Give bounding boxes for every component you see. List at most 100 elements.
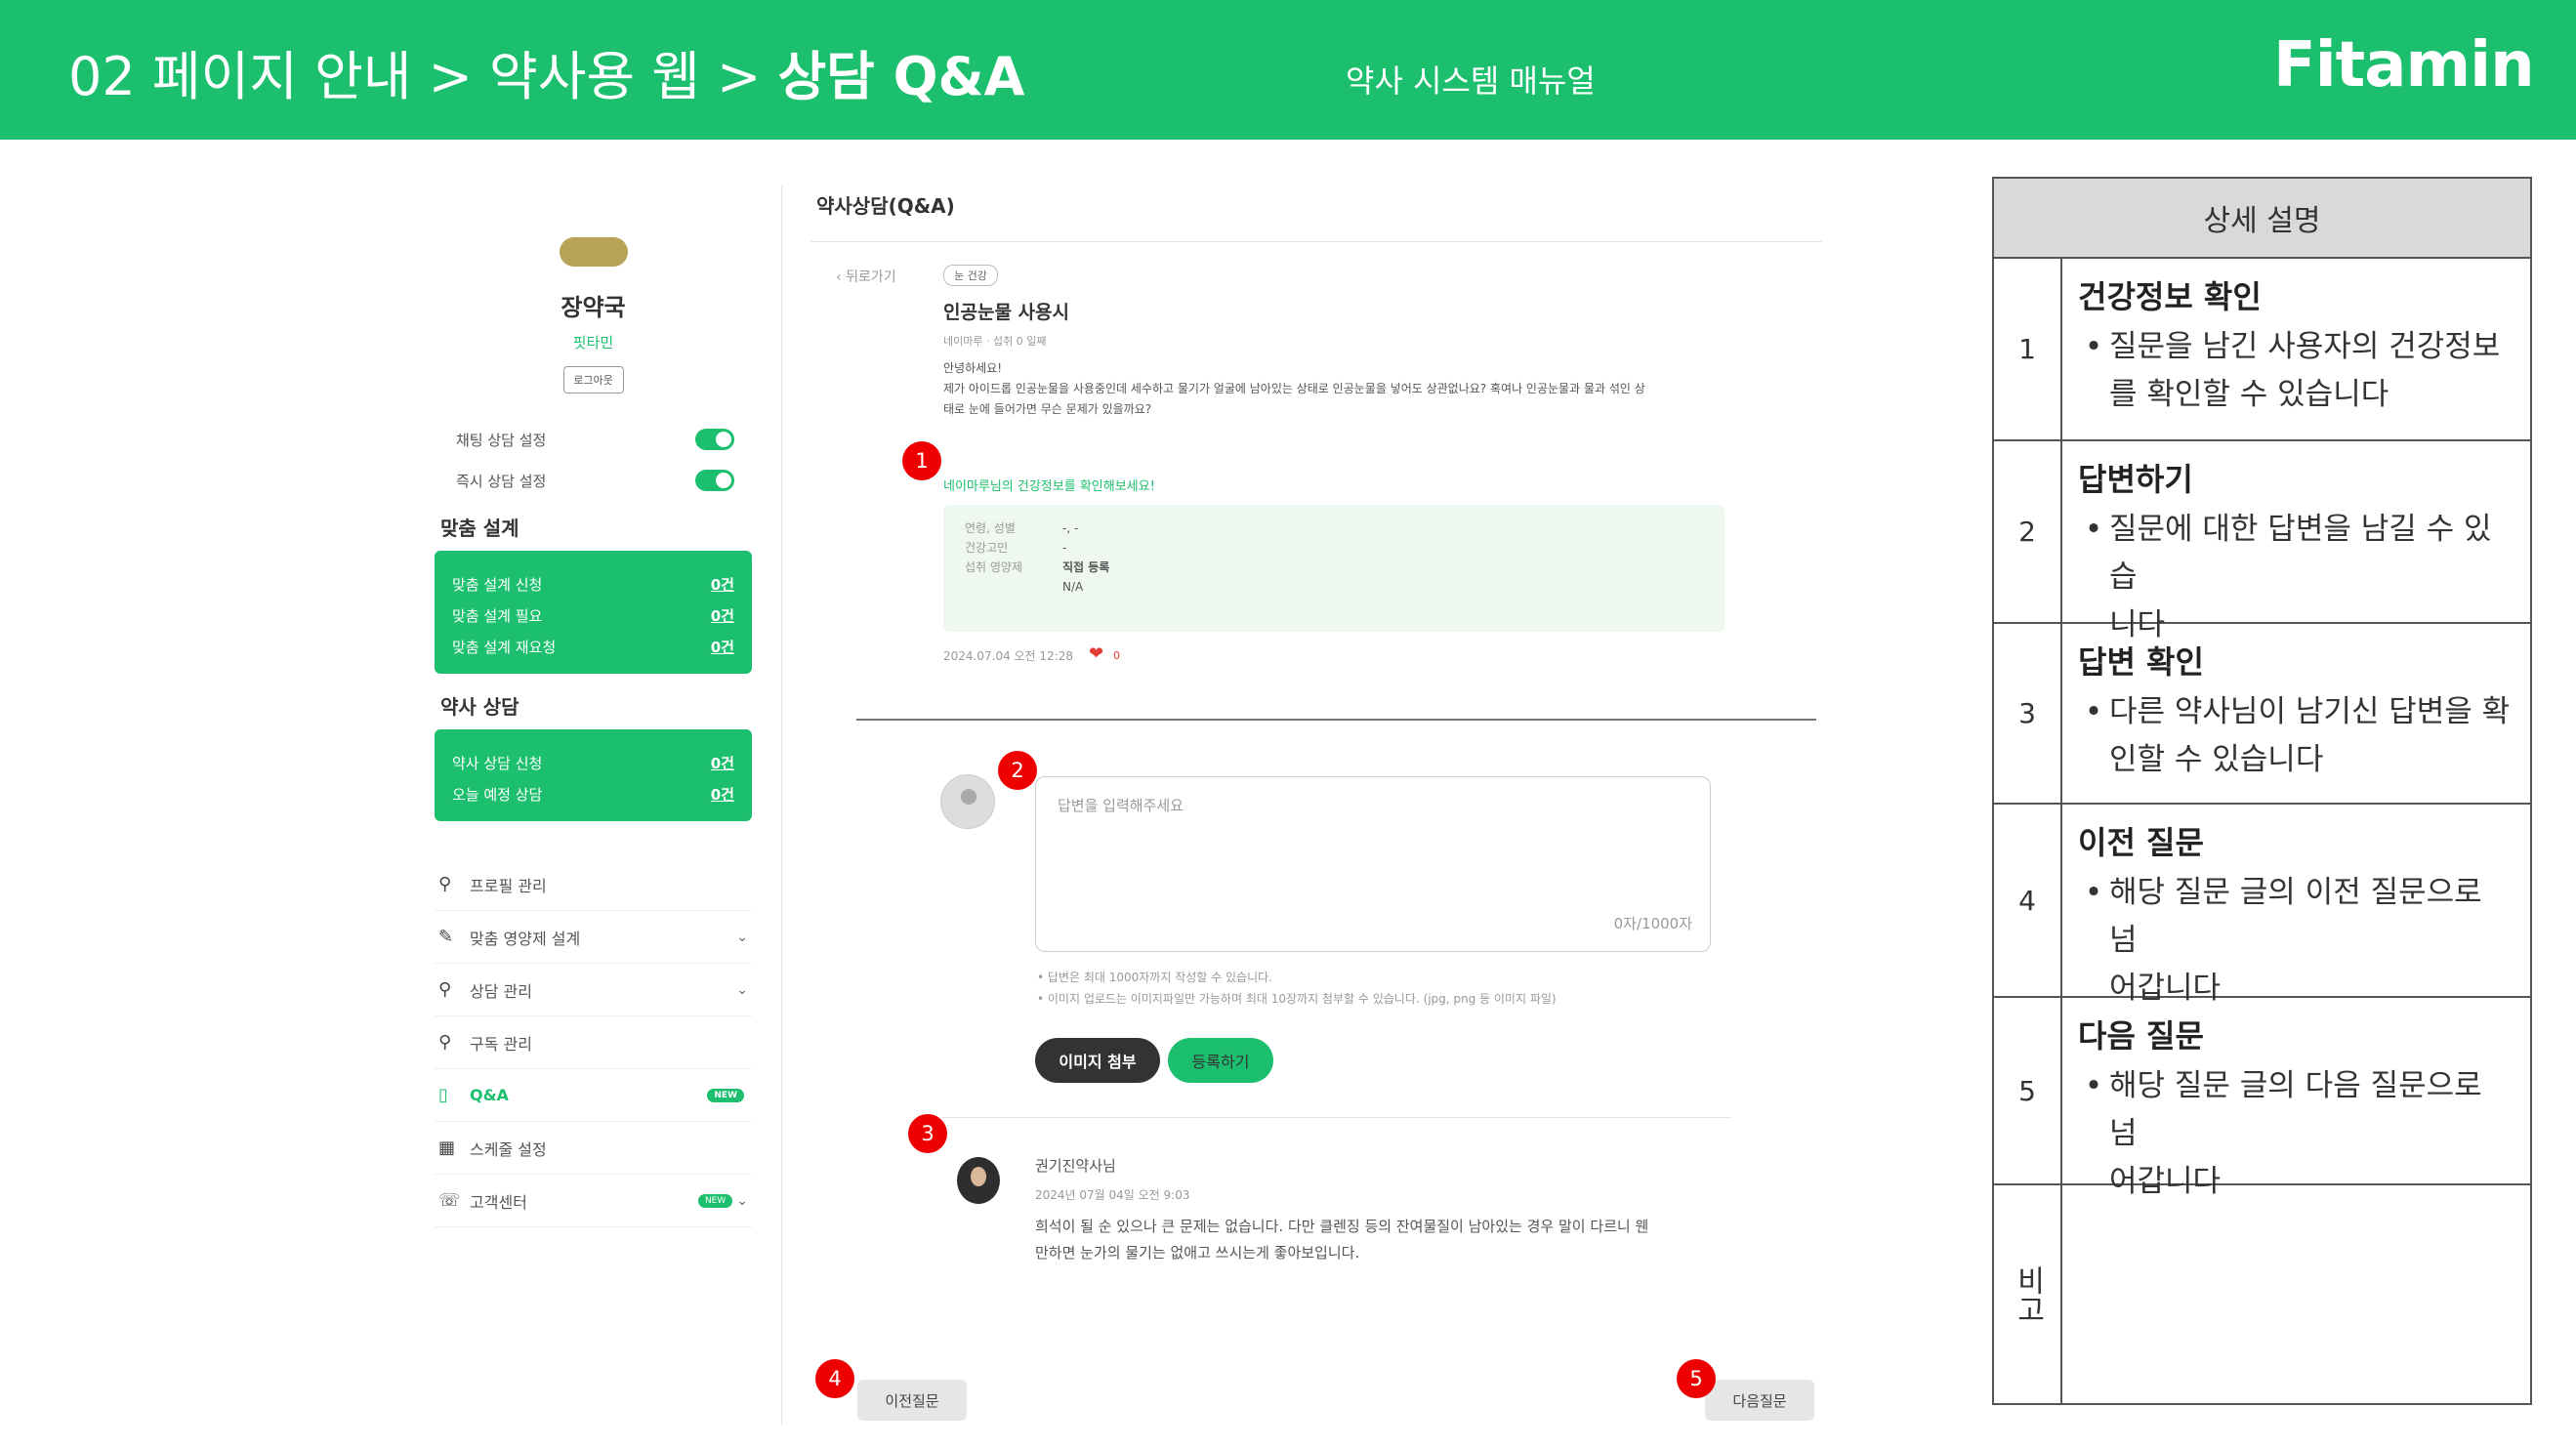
question-line: 태로 눈에 들어가면 무슨 문제가 있을까요? <box>943 402 1152 416</box>
nav-label: 맞춤 영양제 설계 <box>470 929 581 948</box>
sidebar-divider <box>781 186 782 1426</box>
row-desc: 를 확인할 수 있습니다 <box>2109 377 2389 412</box>
bullet-icon: • <box>2084 329 2103 364</box>
row-count[interactable]: 0건 <box>711 753 734 773</box>
table-row: 4 이전 질문 • 해당 질문 글의 이전 질문으로 넘 어갑니다 <box>1994 805 2530 1006</box>
nav-label: 프로필 관리 <box>470 876 547 895</box>
toggle-row-chat: 채팅 상담 설정 <box>435 419 752 460</box>
title-divider <box>810 241 1822 242</box>
annotation-marker-5: 5 <box>1677 1359 1716 1398</box>
qna-detail: 약사상담(Q&A) ‹ 뒤로가기 눈 건강 인공눈물 사용시 네이마루 · 섭취… <box>810 190 1826 1421</box>
chat-consult-toggle[interactable] <box>695 429 734 450</box>
health-value: 직접 등록 <box>1062 560 1110 574</box>
row-number: 1 <box>1994 259 2062 439</box>
table-row: 1 건강정보 확인 • 질문을 남긴 사용자의 건강정보 를 확인할 수 있습니다 <box>1994 259 2530 441</box>
health-row: 연령, 성별 -, - <box>965 518 1703 538</box>
health-value: - <box>1062 541 1067 555</box>
reply-line: 만하면 눈가의 물기는 없애고 쓰시는게 좋아보입니다. <box>1035 1244 1360 1262</box>
chevron-down-icon: ⌄ <box>736 929 748 945</box>
nav-label: 스케줄 설정 <box>470 1139 547 1159</box>
question-meta: 네이마루 · 섭취 0 일째 <box>943 335 1047 348</box>
nav-label: 상담 관리 <box>470 981 532 1001</box>
back-link[interactable]: ‹ 뒤로가기 <box>836 267 896 286</box>
page-breadcrumb: 02 페이지 안내 > 약사용 웹 > 상담 Q&A <box>68 46 1025 107</box>
answer-divider <box>942 1117 1731 1118</box>
annotation-marker-2: 2 <box>998 751 1037 790</box>
note-line: • 답변은 최대 1000자까지 작성할 수 있습니다. <box>1037 971 1272 984</box>
row-desc: 질문에 대한 답변을 남길 수 있습 <box>2109 512 2492 595</box>
attach-image-button[interactable]: 이미지 첨부 <box>1035 1038 1160 1083</box>
pharmacy-logo-image <box>559 237 628 267</box>
chevron-down-icon: ⌄ <box>736 1192 748 1209</box>
sidebar: 장약국 핏타민 로그아웃 채팅 상담 설정 즉시 상담 설정 맞춤 설계 맞춤 … <box>435 220 752 1227</box>
sidebar-item-qna[interactable]: ▯ Q&A NEW <box>435 1069 752 1122</box>
logout-button[interactable]: 로그아웃 <box>562 366 624 393</box>
row-number: 5 <box>1994 998 2062 1183</box>
sidebar-nav: ⚲ 프로필 관리 ✎ 맞춤 영양제 설계 ⌄ ⚲ 상담 관리 ⌄ ⚲ 구독 관리 ▯ Q&A N… <box>435 858 752 1227</box>
new-badge: NEW <box>707 1088 744 1102</box>
sidebar-item-consult-manage[interactable]: ⚲ 상담 관리 ⌄ <box>435 964 752 1016</box>
custom-design-row[interactable]: 맞춤 설계 재요청 0건 <box>452 631 734 662</box>
sidebar-item-profile[interactable]: ⚲ 프로필 관리 <box>435 858 752 911</box>
bullet-icon: • <box>2084 875 2103 910</box>
reply-body: 희석이 될 순 있으나 큰 문제는 없습니다. 다만 클렌징 등의 잔여물질이 … <box>1035 1214 1719 1266</box>
row-desc: 해당 질문 글의 이전 질문으로 넘 <box>2109 875 2482 958</box>
toggle-row-instant: 즉시 상담 설정 <box>435 460 752 501</box>
note-line: • 이미지 업로드는 이미지파일만 가능하며 최대 10장까지 첨부할 수 있습… <box>1037 992 1557 1006</box>
prev-question-button[interactable]: 이전질문 <box>857 1380 967 1421</box>
consult-row[interactable]: 약사 상담 신청 0건 <box>452 747 734 778</box>
row-count[interactable]: 0건 <box>711 784 734 805</box>
consult-row[interactable]: 오늘 예정 상담 0건 <box>452 778 734 809</box>
row-desc: 해당 질문 글의 다음 질문으로 넘 <box>2109 1068 2482 1151</box>
row-count[interactable]: 0건 <box>711 605 734 626</box>
toggle-label: 채팅 상담 설정 <box>456 431 547 449</box>
bullet-icon: • <box>2084 694 2103 729</box>
row-number: 2 <box>1994 441 2062 622</box>
consult-title: 약사 상담 <box>440 695 519 719</box>
health-value: -, - <box>1062 521 1079 535</box>
question-line: 안녕하세요! <box>943 361 1003 375</box>
chat-icon: ▯ <box>438 1085 448 1105</box>
sidebar-item-schedule[interactable]: ▦ 스케줄 설정 <box>435 1122 752 1175</box>
instant-consult-toggle[interactable] <box>695 470 734 491</box>
annotation-marker-3: 3 <box>908 1114 947 1153</box>
reply-line: 희석이 될 순 있으나 큰 문제는 없습니다. 다만 클렌징 등의 잔여물질이 … <box>1035 1218 1649 1235</box>
row-label: 약사 상담 신청 <box>452 754 543 772</box>
table-row: 5 다음 질문 • 해당 질문 글의 다음 질문으로 넘 어갑니다 <box>1994 998 2530 1199</box>
table-row: 2 답변하기 • 질문에 대한 답변을 남길 수 있습 니다 <box>1994 441 2530 642</box>
answer-char-counter: 0자/1000자 <box>1613 915 1692 932</box>
row-count[interactable]: 0건 <box>711 637 734 657</box>
heart-icon[interactable]: ❤ <box>1089 643 1103 664</box>
answer-input[interactable]: 답변을 입력해주세요 0자/1000자 <box>1035 776 1711 952</box>
detail-description-table: 상세 설명 1 건강정보 확인 • 질문을 남긴 사용자의 건강정보 를 확인할 수… <box>1992 177 2532 1405</box>
health-info-link[interactable]: 네이마루님의 건강정보를 확인해보세요! <box>943 476 1155 494</box>
manual-subtitle: 약사 시스템 매뉴얼 <box>1346 62 1596 100</box>
calendar-icon: ▦ <box>438 1138 456 1158</box>
row-count[interactable]: 0건 <box>711 574 734 595</box>
next-question-button[interactable]: 다음질문 <box>1705 1380 1814 1421</box>
new-badge: NEW <box>697 1193 733 1208</box>
health-key: 건강고민 <box>965 541 1009 555</box>
nav-label: Q&A <box>470 1086 509 1104</box>
health-key: 연령, 성별 <box>965 521 1016 535</box>
sidebar-item-subscription[interactable]: ⚲ 구독 관리 <box>435 1016 752 1069</box>
sidebar-item-custom-supplement[interactable]: ✎ 맞춤 영양제 설계 ⌄ <box>435 911 752 964</box>
person-gear-icon: ⚲ <box>438 1032 452 1053</box>
row-label: 오늘 예정 상담 <box>452 785 543 804</box>
register-answer-button[interactable]: 등록하기 <box>1168 1038 1273 1083</box>
consult-box: 약사 상담 신청 0건 오늘 예정 상담 0건 <box>435 729 752 821</box>
row-title: 이전 질문 <box>2078 824 2204 861</box>
pharmacy-name: 장약국 <box>561 294 626 321</box>
row-title: 다음 질문 <box>2078 1017 2204 1055</box>
row-number: 3 <box>1994 624 2062 803</box>
custom-design-row[interactable]: 맞춤 설계 필요 0건 <box>452 600 734 631</box>
answer-notes: • 답변은 최대 1000자까지 작성할 수 있습니다. • 이미지 업로드는 … <box>1037 967 1557 1010</box>
category-tag: 눈 건강 <box>943 265 998 286</box>
remark-label: 비고 <box>2011 1264 2045 1324</box>
reply-author: 권기진약사님 <box>1035 1157 1116 1175</box>
custom-design-row[interactable]: 맞춤 설계 신청 0건 <box>452 568 734 600</box>
page-title: 약사상담(Q&A) <box>816 194 955 218</box>
sidebar-item-support[interactable]: ☏ 고객센터 NEW ⌄ <box>435 1175 752 1227</box>
brand-label: 핏타민 <box>572 334 614 352</box>
person-gear-icon: ⚲ <box>438 979 452 1000</box>
